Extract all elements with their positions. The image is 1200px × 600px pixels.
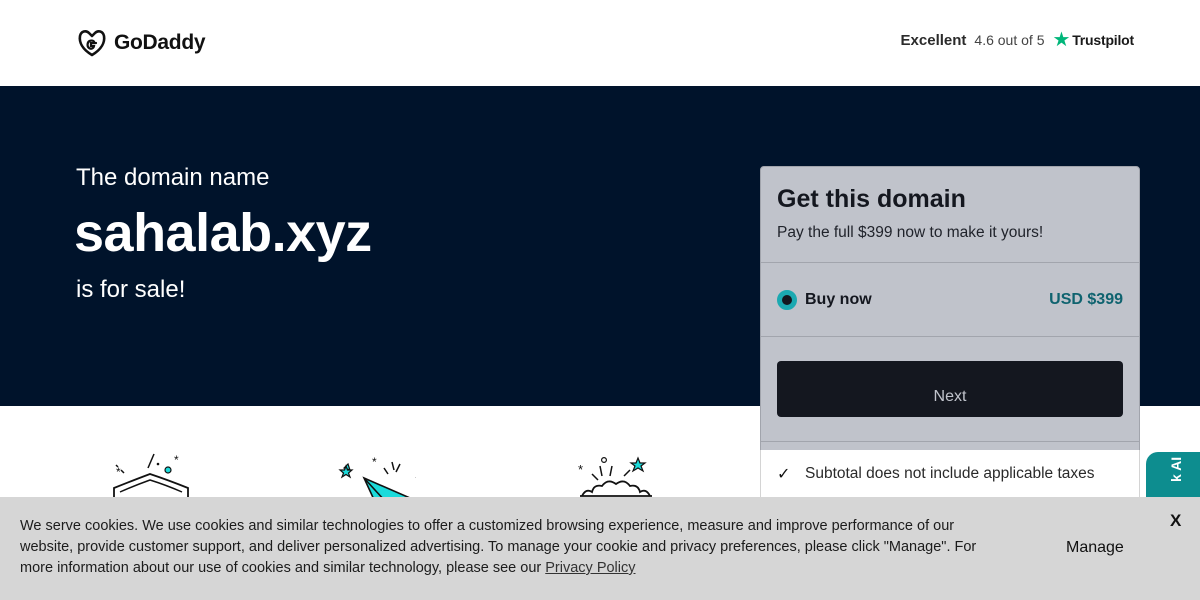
radio-selected-icon[interactable]	[777, 289, 797, 310]
hero-domain-name: sahalab.xyz	[74, 203, 372, 263]
logo-text: GoDaddy	[114, 31, 206, 54]
shield-icon: * *	[112, 452, 192, 498]
svg-text:*: *	[578, 462, 583, 477]
trustpilot-excellent: Excellent	[900, 31, 967, 49]
site-header: GoDaddy Excellent 4.6 out of 5 ★ Trustpi…	[0, 0, 1200, 86]
buy-now-price: USD $399	[1049, 290, 1123, 308]
svg-text:*: *	[116, 465, 121, 479]
card-action: Next	[761, 337, 1139, 442]
card-subtitle: Pay the full $399 now to make it yours!	[777, 224, 1044, 241]
godaddy-logo[interactable]: GoDaddy	[76, 27, 206, 59]
trustpilot-widget[interactable]: Excellent 4.6 out of 5 ★ Trustpilot	[900, 30, 1135, 50]
card-title: Get this domain	[777, 185, 966, 213]
buy-now-option[interactable]: Buy now USD $399	[761, 263, 1139, 337]
privacy-policy-link[interactable]: Privacy Policy	[545, 560, 635, 576]
hero-post-text: is for sale!	[76, 276, 186, 303]
trustpilot-brand: ★ Trustpilot	[1052, 30, 1134, 50]
svg-text:*: *	[174, 453, 179, 467]
manage-cookies-button[interactable]: Manage	[1066, 539, 1124, 557]
check-icon: ✓	[777, 466, 791, 483]
next-button[interactable]: Next	[777, 361, 1123, 417]
cookie-text: We serve cookies. We use cookies and sim…	[20, 516, 1010, 579]
close-cookie-button[interactable]: X	[1170, 511, 1181, 531]
celebration-icon: *	[576, 452, 656, 498]
trustpilot-rating: 4.6 out of 5	[974, 32, 1045, 48]
chat-ai-label: k AI	[1168, 456, 1184, 482]
paper-plane-icon: *	[336, 452, 416, 498]
buy-now-label: Buy now	[805, 290, 872, 308]
godaddy-logo-icon	[78, 30, 106, 57]
cookie-message: We serve cookies. We use cookies and sim…	[20, 518, 977, 576]
note-text: Subtotal does not include applicable tax…	[805, 465, 1095, 482]
svg-text:*: *	[372, 455, 377, 469]
purchase-card: Get this domain Pay the full $399 now to…	[760, 166, 1140, 526]
cookie-banner: We serve cookies. We use cookies and sim…	[0, 497, 1200, 600]
card-header: Get this domain Pay the full $399 now to…	[761, 167, 1139, 263]
trustpilot-brand-text: Trustpilot	[1072, 32, 1134, 48]
trustpilot-star-icon: ★	[1052, 29, 1071, 51]
hero-pre-text: The domain name	[76, 164, 270, 191]
